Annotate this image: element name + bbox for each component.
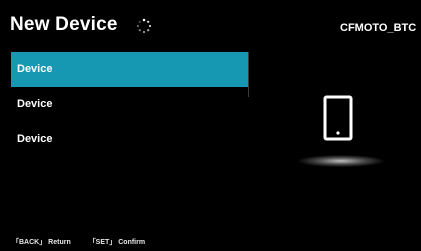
device-list: Device Device Device xyxy=(11,52,248,157)
phone-reflection xyxy=(298,155,384,167)
list-divider xyxy=(248,52,249,97)
device-list-item[interactable]: Device xyxy=(11,122,248,157)
phone-icon xyxy=(323,95,353,141)
device-list-item[interactable]: Device xyxy=(11,87,248,122)
footer-hints: 「BACK」 Return 「SET」 Confirm xyxy=(12,237,161,247)
set-hint: 「SET」 Confirm xyxy=(88,239,146,246)
back-hint: 「BACK」 Return xyxy=(12,239,71,246)
connected-device-name: CFMOTO_BTC xyxy=(340,22,417,34)
page-title: New Device xyxy=(10,14,118,35)
device-list-item[interactable]: Device xyxy=(11,52,248,87)
spinner-icon xyxy=(136,18,152,34)
